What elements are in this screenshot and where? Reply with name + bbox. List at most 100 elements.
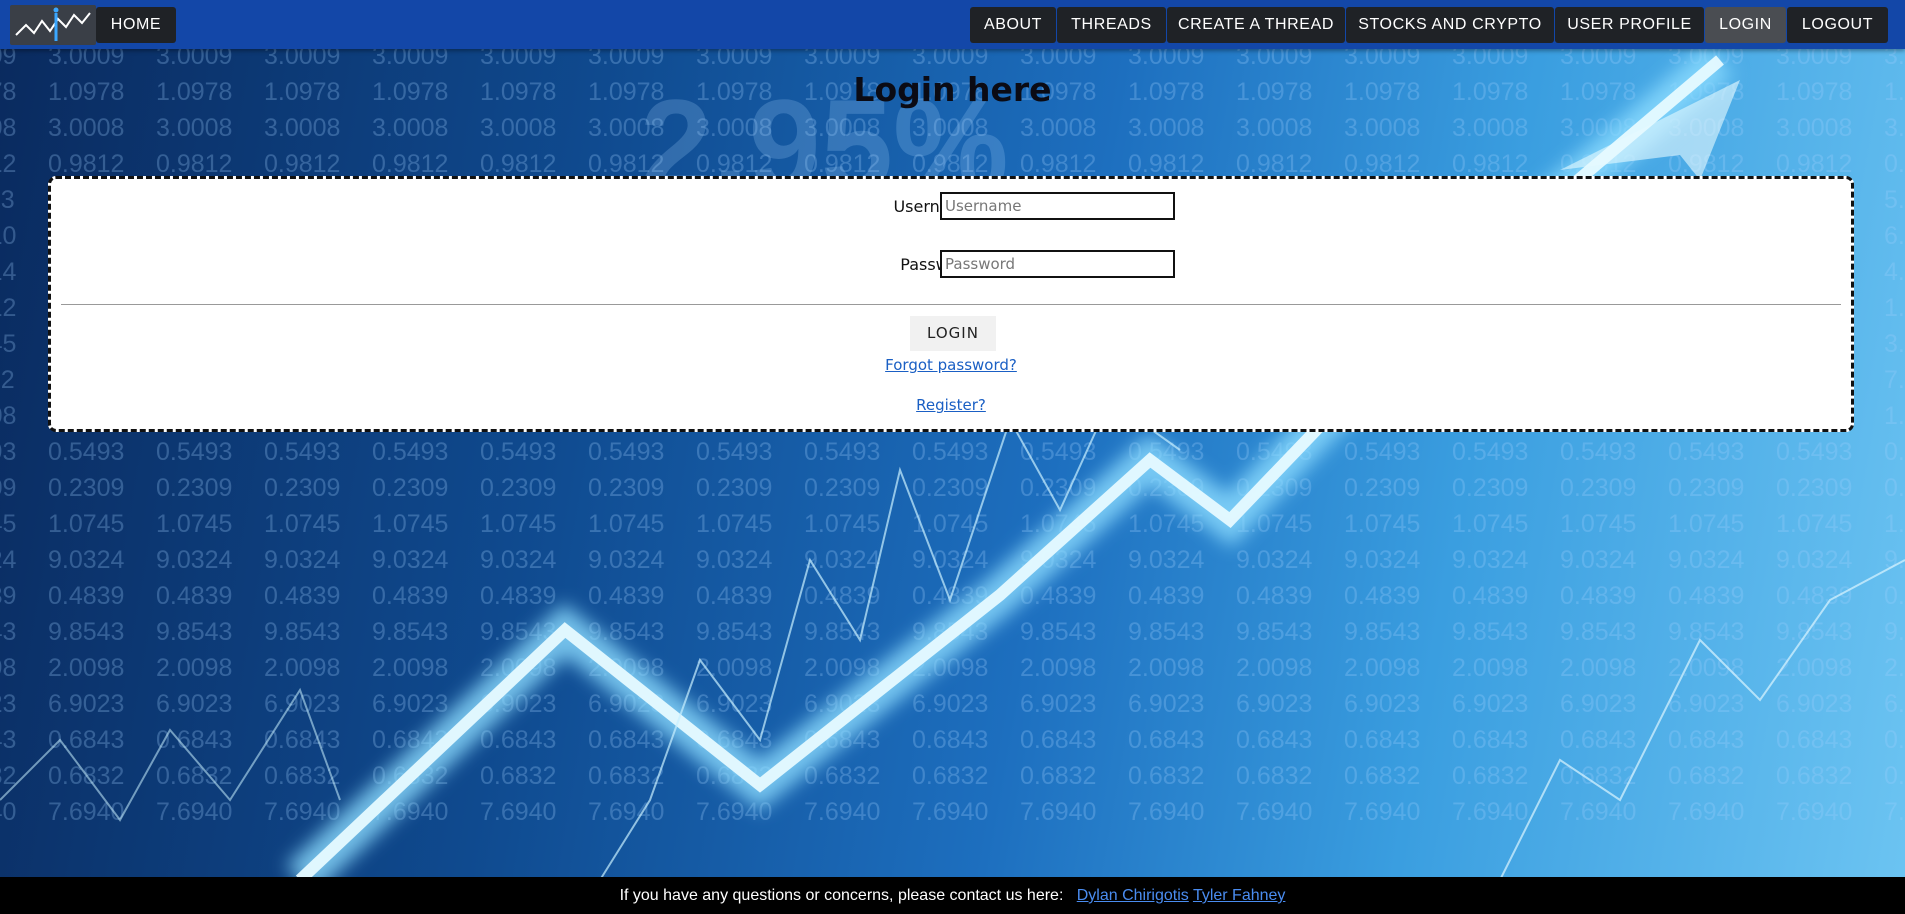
bg-number: 1.0745 [588, 510, 665, 538]
bg-number: 0.5493 [1452, 438, 1529, 466]
bg-number: 6.9023 [0, 690, 17, 718]
bg-number: 0.4839 [1560, 582, 1637, 610]
bg-number: 0.5493 [1344, 438, 1421, 466]
bg-number: 3.2145 [1884, 330, 1905, 358]
bg-number: 2.0098 [1560, 654, 1637, 682]
bg-number: 1.0745 [264, 510, 341, 538]
bg-number: 0.6832 [1452, 762, 1529, 790]
bg-number: 0.9812 [588, 150, 665, 178]
nav-logout-button[interactable]: LOGOUT [1787, 7, 1888, 43]
bg-number: 1.0012 [1884, 294, 1905, 322]
bg-number: 6.9023 [1452, 690, 1529, 718]
bg-number: 3.0008 [1560, 114, 1637, 142]
bg-number: 0.4839 [480, 582, 557, 610]
bg-number: 9.0324 [372, 546, 449, 574]
login-submit-button[interactable]: LOGIN [910, 316, 996, 351]
bg-number: 2.0098 [372, 654, 449, 682]
bg-number: 3.0008 [912, 114, 989, 142]
bg-number: 6.9023 [1128, 690, 1205, 718]
bg-number: 0.6843 [372, 726, 449, 754]
contact-link-tyler[interactable]: Tyler Fahney [1193, 887, 1285, 904]
bg-number: 7.6940 [1884, 798, 1905, 826]
stock-chart-logo-icon [15, 7, 91, 41]
nav-user-profile-button[interactable]: USER PROFILE [1555, 7, 1704, 43]
bg-number: 2.0098 [696, 654, 773, 682]
bg-number: 2.0098 [1344, 654, 1421, 682]
bg-number: 1.0745 [1452, 510, 1529, 538]
bg-number-row: 9.8543 9.8543 9.8543 9.8543 9.8543 9.8543 9.85… [0, 618, 1905, 647]
bg-number: 6.9023 [372, 690, 449, 718]
bg-number: 9.8543 [804, 618, 881, 646]
bg-number: 9.8543 [1344, 618, 1421, 646]
bg-number: 0.4839 [1128, 582, 1205, 610]
bg-number: 1.0008 [0, 402, 17, 430]
bg-number: 9.8543 [1236, 618, 1313, 646]
bg-number: 0.6832 [912, 762, 989, 790]
bg-number: 3.0008 [696, 114, 773, 142]
page-title: Login here [853, 70, 1052, 109]
bg-number: 0.6832 [1560, 762, 1637, 790]
bg-number: 9.0324 [1884, 546, 1905, 574]
bg-number: 6.9023 [1344, 690, 1421, 718]
bg-number: 9.8543 [1884, 618, 1905, 646]
bg-number: 9.0324 [1452, 546, 1529, 574]
nav-about-button[interactable]: ABOUT [970, 7, 1056, 43]
bg-number-row: 2.0098 2.0098 2.0098 2.0098 2.0098 2.0098 2.00… [0, 654, 1905, 683]
bg-number: 9.0324 [1128, 546, 1205, 574]
bg-number: 0.9812 [156, 150, 233, 178]
bg-number: 1.0745 [0, 510, 17, 538]
bg-number: 9.0324 [1344, 546, 1421, 574]
bg-number: 1.0745 [1776, 510, 1853, 538]
bg-number: 0.2309 [804, 474, 881, 502]
bg-number: 9.0324 [156, 546, 233, 574]
bg-number: 9.8543 [1668, 618, 1745, 646]
bg-number: 3.0008 [156, 114, 233, 142]
register-link[interactable]: Register? [916, 396, 986, 414]
bg-number: 9.8543 [1560, 618, 1637, 646]
bg-number: 9.8543 [588, 618, 665, 646]
bg-number: 0.6832 [1020, 762, 1097, 790]
bg-number: 0.5493 [1236, 438, 1313, 466]
bg-number-row: 0.9812 0.9812 0.9812 0.9812 0.9812 0.9812 0.98… [0, 150, 1905, 179]
bg-number: 9.0324 [1236, 546, 1313, 574]
password-input[interactable] [940, 250, 1175, 278]
bg-number: 7.6940 [588, 798, 665, 826]
bg-number: 1.0745 [912, 510, 989, 538]
nav-create-thread-button[interactable]: CREATE A THREAD [1167, 7, 1345, 43]
bg-number: 0.5493 [1668, 438, 1745, 466]
nav-stocks-crypto-button[interactable]: STOCKS AND CRYPTO [1346, 7, 1554, 43]
bg-number: 2.0098 [1668, 654, 1745, 682]
forgot-password-row: Forgot password? [51, 356, 1851, 374]
bg-number: 0.5493 [696, 438, 773, 466]
bg-number: 7.6940 [156, 798, 233, 826]
bg-number: 5.0113 [0, 186, 15, 214]
bg-number: 0.2309 [1020, 474, 1097, 502]
bg-number: 9.8543 [156, 618, 233, 646]
bg-number: 0.5493 [804, 438, 881, 466]
username-input[interactable] [940, 192, 1175, 220]
nav-threads-button[interactable]: THREADS [1057, 7, 1166, 43]
nav-login-button[interactable]: LOGIN [1705, 7, 1786, 43]
forgot-password-link[interactable]: Forgot password? [885, 356, 1017, 374]
bg-number: 0.9812 [696, 150, 773, 178]
bg-number: 6.9023 [1668, 690, 1745, 718]
bg-number: 3.0008 [372, 114, 449, 142]
bg-number-row: 0.5493 0.5493 0.5493 0.5493 0.5493 0.5493 0.54… [0, 438, 1905, 467]
contact-link-dylan[interactable]: Dylan Chirigotis [1077, 887, 1189, 904]
chart-line-graphic: 2.95% [0, 44, 1905, 880]
bg-number: 0.4839 [0, 582, 17, 610]
bg-number: 1.0745 [1128, 510, 1205, 538]
site-logo[interactable] [10, 5, 96, 45]
bg-number: 9.0324 [0, 546, 17, 574]
bg-number: 6.9023 [804, 690, 881, 718]
bg-number: 2.0098 [912, 654, 989, 682]
bg-number: 1.0008 [1884, 402, 1905, 430]
bg-number: 3.0008 [48, 114, 125, 142]
nav-home-button[interactable]: HOME [96, 7, 176, 43]
bg-number: 0.9812 [1020, 150, 1097, 178]
bg-number: 0.2309 [1236, 474, 1313, 502]
bg-number: 0.2309 [0, 474, 17, 502]
bg-number: 0.2309 [1452, 474, 1529, 502]
bg-number: 4.5214 [1884, 258, 1905, 286]
bg-number: 0.4839 [156, 582, 233, 610]
